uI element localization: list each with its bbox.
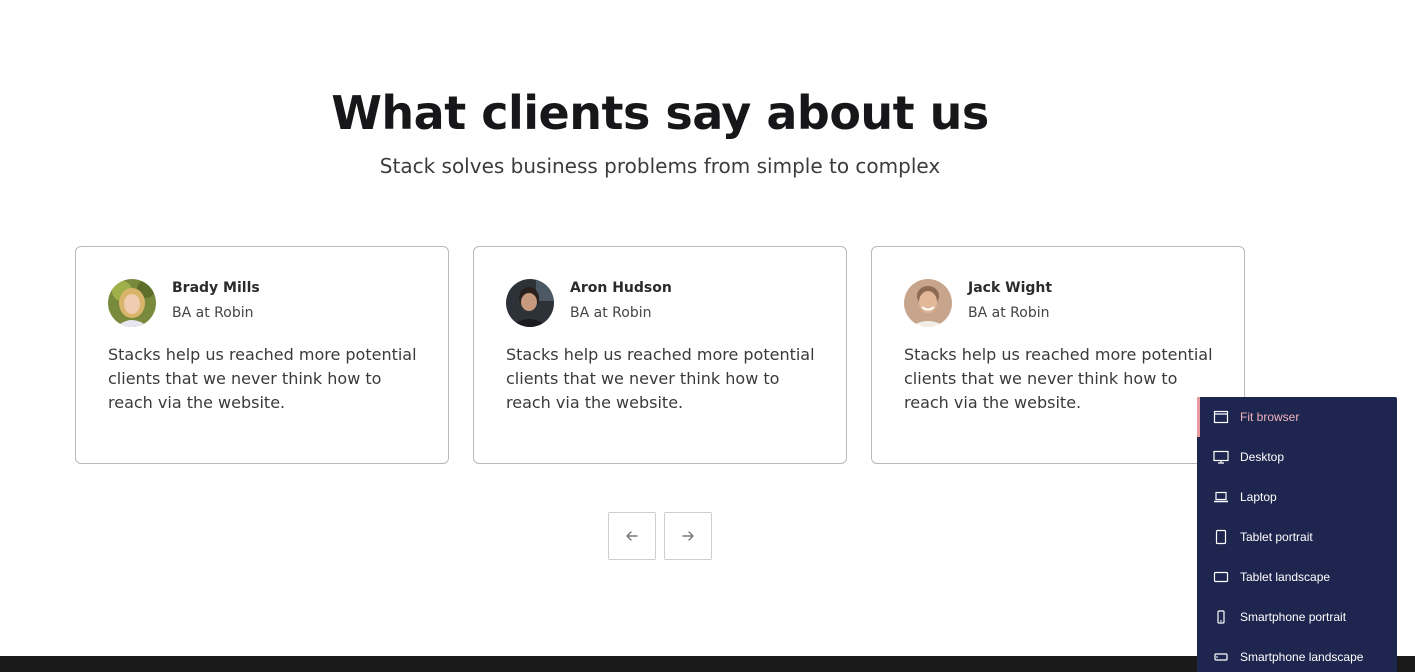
tablet-portrait-icon — [1215, 529, 1227, 545]
laptop-icon — [1214, 491, 1228, 503]
avatar — [108, 279, 156, 327]
testimonial-quote: Stacks help us reached more potential cl… — [506, 345, 815, 412]
section-subtitle: Stack solves business problems from simp… — [379, 154, 941, 178]
carousel-next-button[interactable] — [664, 512, 712, 560]
smartphone-portrait-icon — [1217, 610, 1225, 624]
smartphone-landscape-icon — [1214, 653, 1228, 661]
device-option-tablet-portrait[interactable]: Tablet portrait — [1197, 517, 1397, 557]
arrow-right-icon — [682, 531, 694, 541]
testimonial-card: Brady Mills BA at Robin Stacks help us r… — [75, 246, 449, 464]
testimonial-quote: Stacks help us reached more potential cl… — [108, 345, 417, 412]
testimonial-quote: Stacks help us reached more potential cl… — [904, 345, 1213, 412]
testimonial-card: Jack Wight BA at Robin Stacks help us re… — [871, 246, 1245, 464]
device-option-smartphone-landscape[interactable]: Smartphone landscape — [1197, 637, 1397, 672]
testimonial-role: BA at Robin — [968, 305, 1050, 321]
testimonial-name: Jack Wight — [968, 280, 1053, 296]
arrow-left-icon — [626, 531, 638, 541]
device-option-desktop[interactable]: Desktop — [1197, 437, 1397, 477]
testimonial-name: Aron Hudson — [570, 280, 672, 296]
browser-window-icon — [1213, 410, 1229, 424]
testimonial-role: BA at Robin — [172, 305, 254, 321]
testimonial-card: Aron Hudson BA at Robin Stacks help us r… — [473, 246, 847, 464]
device-option-label: Fit browser — [1240, 410, 1300, 424]
device-option-smartphone-portrait[interactable]: Smartphone portrait — [1197, 597, 1397, 637]
testimonial-name: Brady Mills — [172, 280, 260, 296]
carousel-prev-button[interactable] — [608, 512, 656, 560]
device-option-label: Laptop — [1240, 490, 1277, 504]
device-option-label: Tablet landscape — [1240, 570, 1331, 584]
avatar — [506, 279, 554, 327]
device-option-laptop[interactable]: Laptop — [1197, 477, 1397, 517]
device-preview-menu: Fit browser Desktop Laptop Tablet portra… — [1197, 397, 1397, 672]
device-option-label: Smartphone landscape — [1240, 650, 1364, 664]
section-title: What clients say about us — [331, 86, 989, 140]
device-option-tablet-landscape[interactable]: Tablet landscape — [1197, 557, 1397, 597]
testimonial-role: BA at Robin — [570, 305, 652, 321]
device-option-label: Smartphone portrait — [1240, 610, 1347, 624]
desktop-icon — [1213, 450, 1229, 464]
device-option-label: Desktop — [1240, 450, 1285, 464]
device-option-label: Tablet portrait — [1240, 530, 1313, 544]
tablet-landscape-icon — [1213, 571, 1229, 583]
avatar — [904, 279, 952, 327]
device-option-fit-browser[interactable]: Fit browser — [1197, 397, 1397, 437]
